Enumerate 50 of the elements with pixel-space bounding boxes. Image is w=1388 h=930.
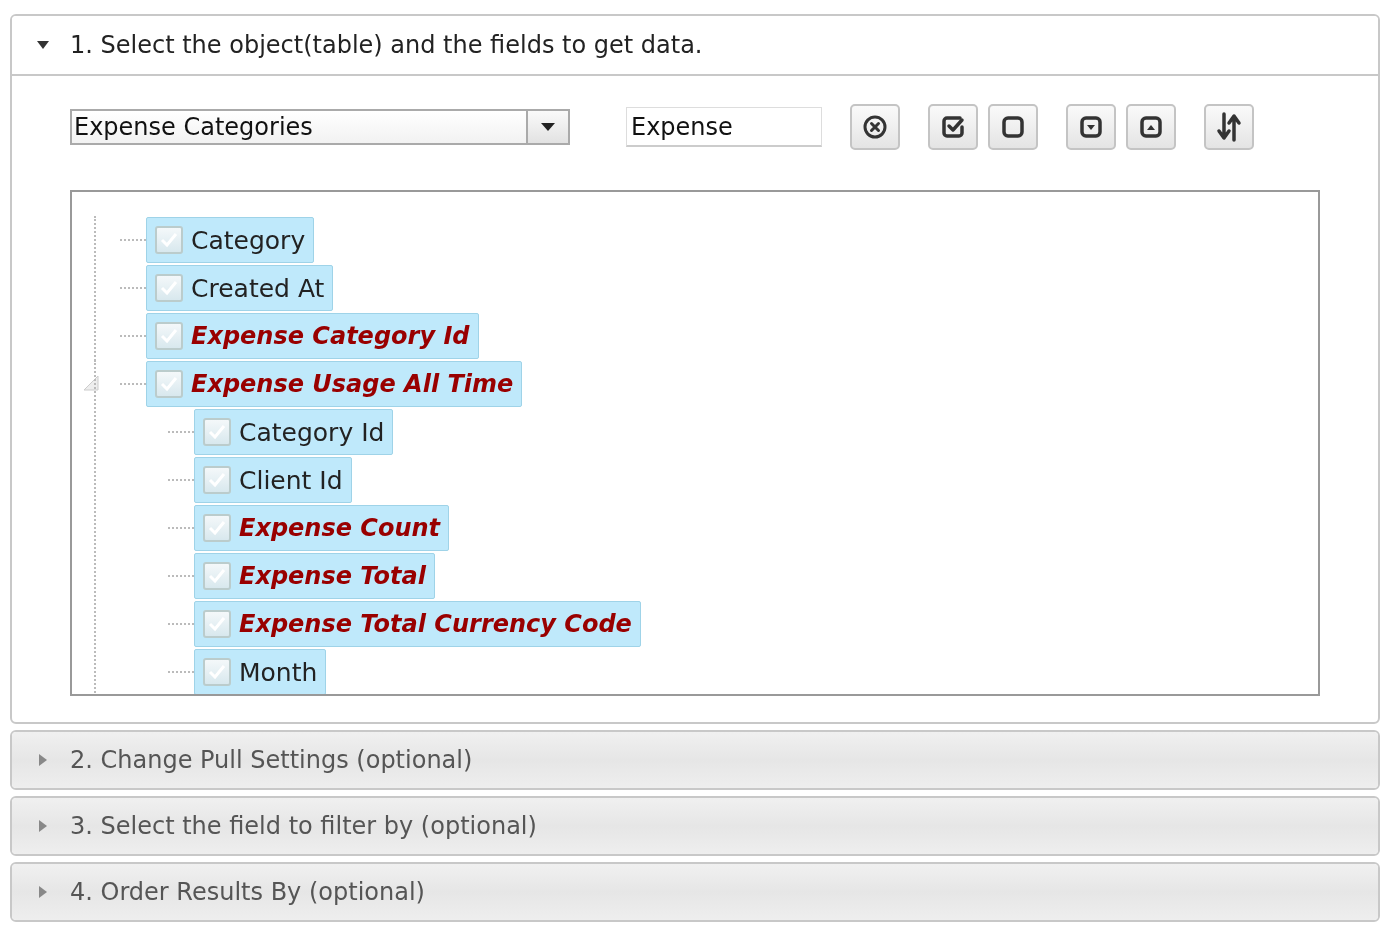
accordion-header[interactable]: 3. Select the field to filter by (optional): [12, 798, 1378, 854]
check-icon: [207, 567, 227, 585]
check-all-button[interactable]: [928, 104, 978, 150]
tree-node[interactable]: Month: [194, 649, 327, 694]
down-arrow-square-icon: [1078, 114, 1104, 140]
tree-node[interactable]: Expense Count: [194, 505, 450, 551]
object-select[interactable]: Expense Categories: [70, 109, 570, 145]
uncheck-all-button[interactable]: [988, 104, 1038, 150]
sort-icon: [1216, 112, 1242, 142]
caret-down-icon: [541, 122, 555, 132]
checkbox[interactable]: [203, 466, 231, 494]
checkbox[interactable]: [155, 274, 183, 302]
check-icon: [159, 231, 179, 249]
tree-node[interactable]: Category Id: [194, 409, 394, 455]
tree-node[interactable]: Created At: [146, 265, 334, 311]
check-icon: [207, 519, 227, 537]
expand-all-button[interactable]: [1066, 104, 1116, 150]
check-icon: [207, 663, 227, 681]
checkbox[interactable]: [155, 322, 183, 350]
checkbox-empty-icon: [1000, 114, 1026, 140]
close-icon: [862, 114, 888, 140]
tree-node[interactable]: Category: [146, 217, 315, 263]
tree-node[interactable]: Expense Total: [194, 553, 435, 599]
check-icon: [159, 327, 179, 345]
checkbox[interactable]: [203, 514, 231, 542]
checkbox[interactable]: [155, 370, 183, 398]
clear-button[interactable]: [850, 104, 900, 150]
expander-icon[interactable]: [82, 374, 100, 392]
up-arrow-square-icon: [1138, 114, 1164, 140]
search-field[interactable]: Expense: [626, 107, 822, 147]
checkbox[interactable]: [203, 658, 231, 686]
tree-node[interactable]: Expense Total Currency Code: [194, 601, 641, 647]
check-icon: [159, 279, 179, 297]
checkbox[interactable]: [203, 610, 231, 638]
sort-button[interactable]: [1204, 104, 1254, 150]
accordion-header[interactable]: 2. Change Pull Settings (optional): [12, 732, 1378, 788]
check-icon: [207, 615, 227, 633]
check-icon: [207, 471, 227, 489]
accordion-header[interactable]: 4. Order Results By (optional): [12, 864, 1378, 920]
tree-node[interactable]: Expense Category Id: [146, 313, 479, 359]
checkbox[interactable]: [203, 562, 231, 590]
tree-node[interactable]: Client Id: [194, 457, 352, 503]
tree-node[interactable]: Expense Usage All Time: [146, 361, 523, 407]
check-icon: [159, 375, 179, 393]
checkbox[interactable]: [155, 226, 183, 254]
accordion-header[interactable]: 1. Select the object(table) and the fields to get data.: [12, 16, 1378, 76]
checkbox-checked-icon: [940, 114, 966, 140]
check-icon: [207, 423, 227, 441]
collapse-all-button[interactable]: [1126, 104, 1176, 150]
checkbox[interactable]: [203, 418, 231, 446]
